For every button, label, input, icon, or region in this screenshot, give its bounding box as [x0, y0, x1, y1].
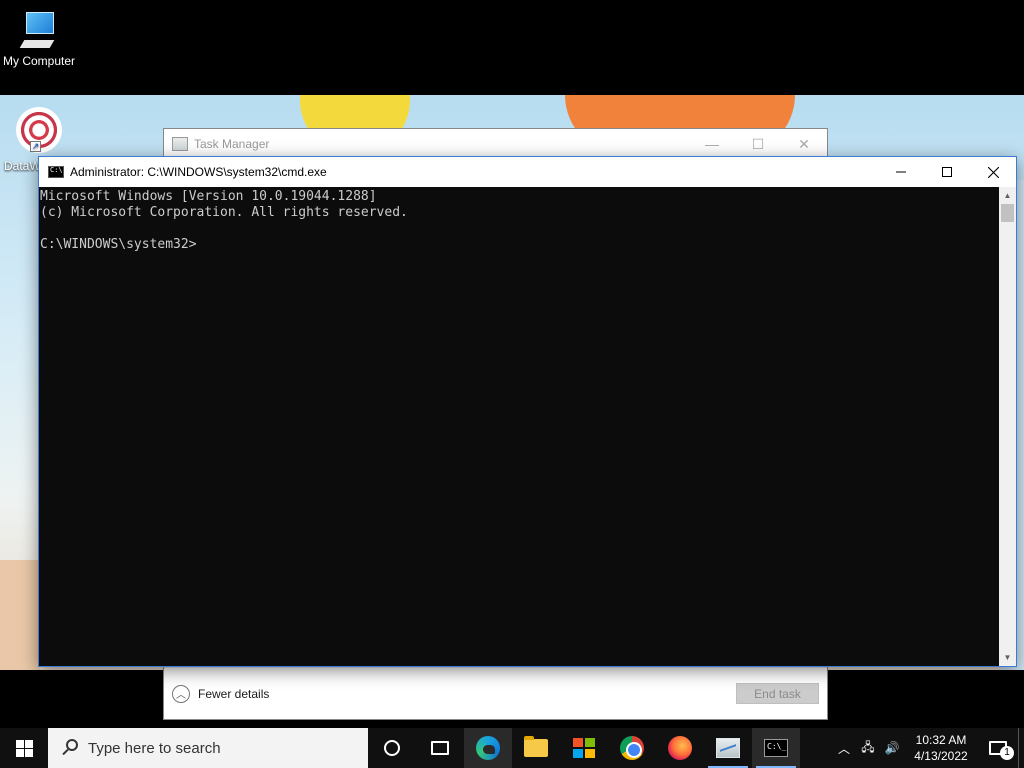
notification-count: 1	[1000, 746, 1014, 760]
maximize-button[interactable]	[924, 157, 970, 187]
network-button[interactable]: 🖧	[856, 728, 880, 768]
chrome-icon	[620, 736, 644, 760]
close-button[interactable]	[970, 157, 1016, 187]
show-hidden-icons-button[interactable]: ︿	[832, 728, 856, 768]
start-button[interactable]	[0, 728, 48, 768]
scrollbar-thumb[interactable]	[1001, 204, 1014, 222]
scroll-down-icon[interactable]: ▼	[999, 649, 1016, 666]
taskbar-file-explorer[interactable]	[512, 728, 560, 768]
volume-button[interactable]: 🔊	[880, 728, 904, 768]
windows-logo-icon	[15, 739, 33, 757]
desktop-icon-label: DataW	[4, 159, 41, 173]
minimize-button[interactable]: —	[689, 129, 735, 159]
cmd-window[interactable]: Administrator: C:\WINDOWS\system32\cmd.e…	[38, 156, 1017, 667]
datawatch-icon: ↗	[16, 107, 62, 153]
task-manager-footer: ︿ Fewer details End task	[164, 667, 827, 719]
taskbar-task-manager[interactable]	[704, 728, 752, 768]
task-manager-icon	[172, 137, 188, 151]
chevron-up-icon: ︿	[837, 741, 850, 756]
cmd-icon: C:\_	[764, 739, 788, 757]
search-icon	[58, 736, 82, 760]
file-explorer-icon	[524, 736, 548, 757]
network-icon: 🖧	[861, 739, 875, 754]
taskbar-cmd[interactable]: C:\_	[752, 728, 800, 768]
cortana-icon	[384, 740, 400, 756]
task-manager-icon	[716, 738, 740, 758]
console-output[interactable]: Microsoft Windows [Version 10.0.19044.12…	[39, 187, 1000, 666]
desktop-icon-dataw[interactable]: ↗ DataW	[2, 107, 74, 173]
console-line: Microsoft Windows [Version 10.0.19044.12…	[40, 189, 377, 204]
taskbar-store[interactable]	[560, 728, 608, 768]
show-desktop-button[interactable]	[1018, 728, 1024, 768]
search-box[interactable]: Type here to search	[48, 728, 368, 768]
window-title: Administrator: C:\WINDOWS\system32\cmd.e…	[70, 165, 327, 179]
task-manager-titlebar[interactable]: Task Manager — ☐ ✕	[164, 129, 827, 159]
shortcut-arrow-icon: ↗	[30, 141, 41, 152]
fewer-details-label: Fewer details	[198, 686, 270, 701]
system-tray: ︿ 🖧 🔊 10:32 AM 4/13/2022 1	[832, 728, 1024, 768]
task-view-button[interactable]	[416, 728, 464, 768]
task-view-icon	[431, 741, 449, 755]
store-icon	[573, 738, 595, 758]
taskbar-chrome[interactable]	[608, 728, 656, 768]
vertical-scrollbar[interactable]: ▲ ▼	[999, 187, 1016, 666]
minimize-button[interactable]	[878, 157, 924, 187]
taskbar-edge[interactable]	[464, 728, 512, 768]
firefox-icon	[668, 736, 692, 760]
clock-time: 10:32 AM	[915, 733, 967, 747]
cmd-titlebar[interactable]: Administrator: C:\WINDOWS\system32\cmd.e…	[39, 157, 1016, 187]
wallpaper-shape	[0, 560, 40, 670]
fewer-details-button[interactable]: ︿ Fewer details	[172, 684, 270, 703]
cortana-button[interactable]	[368, 728, 416, 768]
search-placeholder: Type here to search	[88, 739, 221, 757]
taskbar-firefox[interactable]	[656, 728, 704, 768]
close-button[interactable]: ✕	[781, 129, 827, 159]
computer-icon	[19, 10, 56, 52]
scroll-up-icon[interactable]: ▲	[999, 187, 1016, 204]
console-prompt: C:\WINDOWS\system32>	[40, 237, 197, 252]
volume-icon: 🔊	[884, 741, 900, 755]
clock-date: 4/13/2022	[914, 749, 968, 763]
desktop-icon-my-computer[interactable]: My Computer	[0, 10, 78, 68]
maximize-button[interactable]: ☐	[735, 129, 781, 159]
window-title: Task Manager	[194, 137, 270, 151]
notification-center-button[interactable]: 1	[978, 728, 1018, 768]
maximize-icon	[942, 167, 952, 177]
console-line: (c) Microsoft Corporation. All rights re…	[40, 205, 408, 220]
close-icon	[987, 166, 999, 178]
end-task-button[interactable]: End task	[736, 683, 819, 704]
edge-icon	[476, 736, 500, 760]
clock[interactable]: 10:32 AM 4/13/2022	[904, 732, 978, 764]
taskbar: Type here to search C:\_ ︿ 🖧 🔊 10:32 AM …	[0, 728, 1024, 768]
minimize-icon	[896, 171, 906, 173]
chevron-up-icon: ︿	[172, 684, 190, 703]
desktop-icon-label: My Computer	[2, 54, 76, 68]
cmd-icon	[48, 166, 64, 178]
